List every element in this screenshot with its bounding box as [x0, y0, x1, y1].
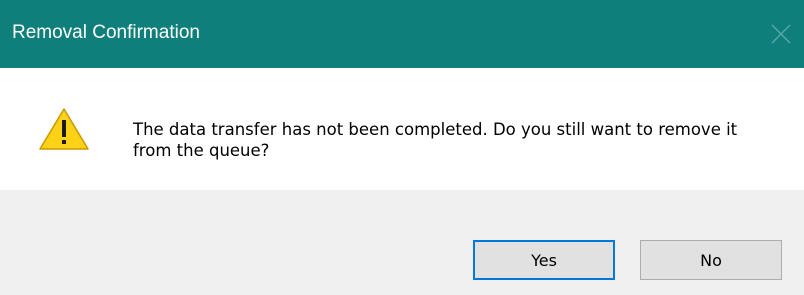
message-text: The data transfer has not been completed…	[133, 120, 738, 160]
close-button[interactable]	[758, 0, 804, 68]
title-bar[interactable]: Removal Confirmation	[0, 0, 804, 68]
button-bar: Yes No	[0, 190, 804, 295]
no-button[interactable]: No	[640, 240, 782, 280]
dialog-body: The data transfer has not been completed…	[0, 68, 804, 190]
yes-button[interactable]: Yes	[473, 240, 615, 280]
removal-confirmation-dialog: Removal Confirmation The data transfer h…	[0, 0, 804, 295]
window-title: Removal Confirmation	[12, 22, 200, 43]
warning-icon	[39, 108, 89, 150]
close-icon	[771, 24, 791, 44]
